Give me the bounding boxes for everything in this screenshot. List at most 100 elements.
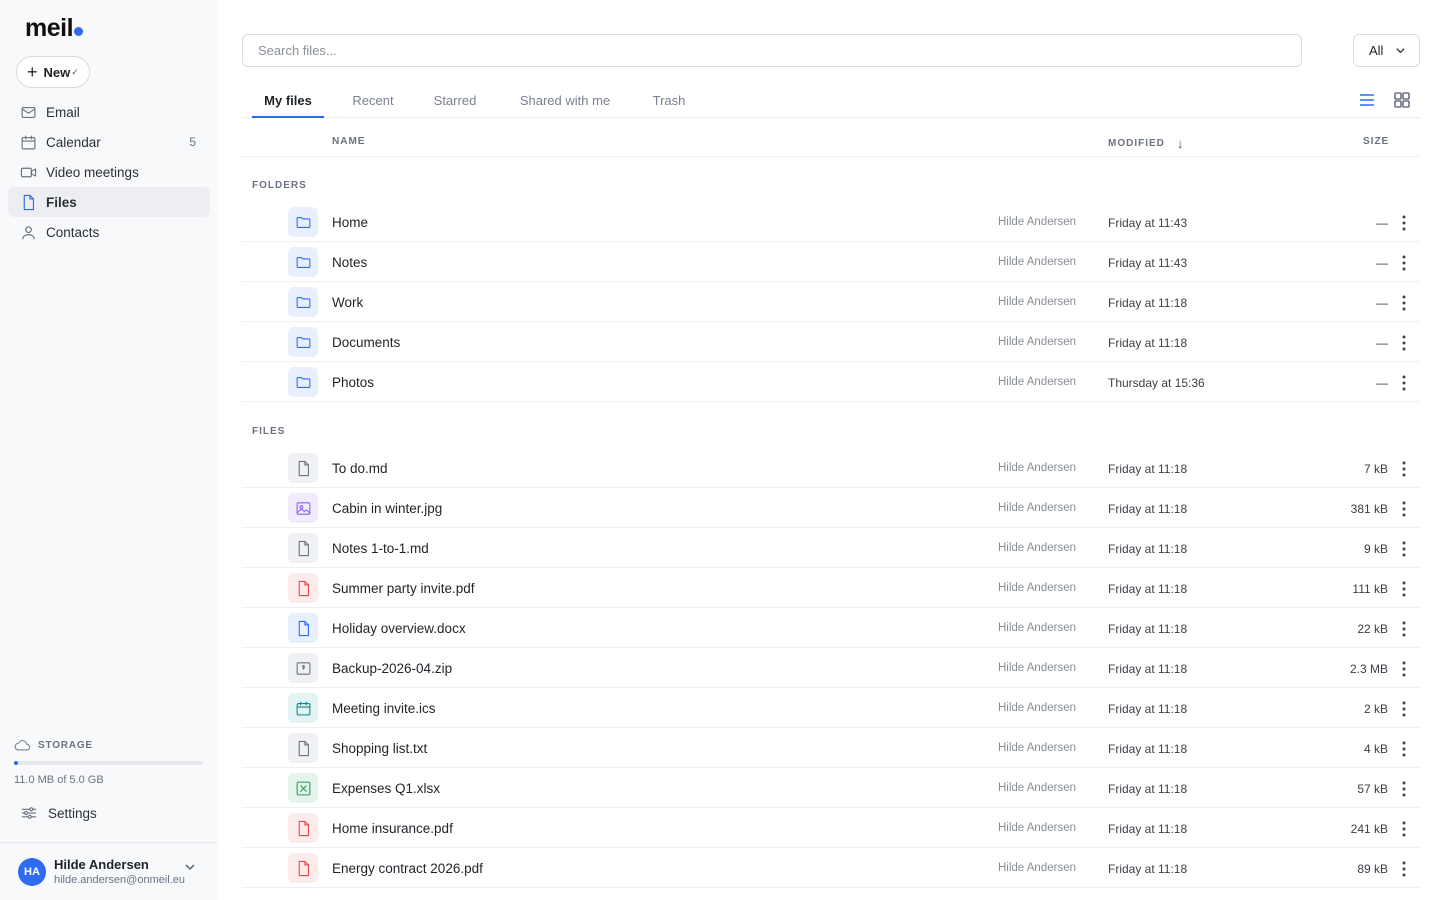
- row-owner: Hilde Andersen: [998, 742, 1076, 754]
- more-options-icon[interactable]: [1400, 860, 1408, 878]
- chevron-down-icon: [185, 864, 195, 871]
- more-options-icon[interactable]: [1400, 820, 1408, 838]
- row-modified: Friday at 11:18: [1108, 296, 1188, 310]
- table-row[interactable]: Photos Hilde Andersen Thursday at 15:36 —: [242, 362, 1420, 402]
- section-label-files: FILES: [252, 426, 286, 437]
- file-type-tile: [288, 773, 318, 803]
- sidebar-item-label: Calendar: [46, 134, 101, 150]
- more-options-icon[interactable]: [1400, 620, 1408, 638]
- app-logo[interactable]: meil: [25, 14, 84, 43]
- file-type-tile: [288, 693, 318, 723]
- list-view-button[interactable]: [1358, 91, 1378, 109]
- grid-view-icon: [1394, 92, 1410, 108]
- file-type-tile: [288, 813, 318, 843]
- row-name: Meeting invite.ics: [332, 701, 436, 716]
- row-modified: Friday at 11:18: [1108, 822, 1188, 836]
- sidebar-item-label: Video meetings: [46, 164, 139, 180]
- table-row[interactable]: Home insurance.pdf Hilde Andersen Friday a…: [242, 808, 1420, 848]
- more-options-icon[interactable]: [1400, 540, 1408, 558]
- calendar-count-badge: 5: [189, 135, 196, 149]
- row-name: Summer party invite.pdf: [332, 581, 475, 596]
- table-row[interactable]: Expenses Q1.xlsx Hilde Andersen Friday at …: [242, 768, 1420, 808]
- tab-shared-with-me[interactable]: Shared with me: [514, 84, 616, 118]
- row-modified: Friday at 11:18: [1108, 542, 1188, 556]
- more-options-icon[interactable]: [1400, 700, 1408, 718]
- row-name: Backup-2026-04.zip: [332, 661, 453, 676]
- table-row[interactable]: Home Hilde Andersen Friday at 11:43 —: [242, 202, 1420, 242]
- table-row[interactable]: Summer party invite.pdf Hilde Andersen Fri…: [242, 568, 1420, 608]
- filter-select[interactable]: All: [1353, 34, 1420, 67]
- more-options-icon[interactable]: [1400, 374, 1408, 392]
- row-owner: Hilde Andersen: [998, 622, 1076, 634]
- image-icon: [296, 501, 310, 515]
- tab-starred[interactable]: Starred: [426, 84, 484, 118]
- table-row[interactable]: Backup-2026-04.zip Hilde Andersen Friday a…: [242, 648, 1420, 688]
- more-options-icon[interactable]: [1400, 334, 1408, 352]
- more-options-icon[interactable]: [1400, 294, 1408, 312]
- tab-trash[interactable]: Trash: [646, 84, 692, 118]
- more-options-icon[interactable]: [1400, 740, 1408, 758]
- table-row[interactable]: Notes 1-to-1.md Hilde Andersen Friday at 1…: [242, 528, 1420, 568]
- row-owner: Hilde Andersen: [998, 502, 1076, 514]
- table-row[interactable]: Energy contract 2026.pdf Hilde Andersen Fr…: [242, 848, 1420, 888]
- pdf-icon: [298, 580, 309, 596]
- column-header-name[interactable]: NAME: [332, 136, 365, 147]
- row-size: —: [1376, 256, 1388, 270]
- row-owner: Hilde Andersen: [998, 376, 1076, 388]
- user-menu[interactable]: HA Hilde Andersen hilde.andersen@onmeil.…: [0, 842, 218, 900]
- more-options-icon[interactable]: [1400, 580, 1408, 598]
- table-row[interactable]: Work Hilde Andersen Friday at 11:18 —: [242, 282, 1420, 322]
- row-size: —: [1376, 376, 1388, 390]
- table-row[interactable]: Shopping list.txt Hilde Andersen Friday at…: [242, 728, 1420, 768]
- folder-icon: [296, 256, 310, 268]
- tab-my-files[interactable]: My files: [252, 84, 324, 118]
- section-label-folders: FOLDERS: [252, 180, 307, 191]
- folder-icon: [296, 336, 310, 348]
- row-name: Photos: [332, 375, 375, 390]
- row-modified: Friday at 11:18: [1108, 702, 1188, 716]
- table-row[interactable]: To do.md Hilde Andersen Friday at 11:18 7 k…: [242, 448, 1420, 488]
- more-options-icon[interactable]: [1400, 254, 1408, 272]
- arrow-down-icon: ↓: [1176, 136, 1184, 151]
- row-size: —: [1376, 216, 1388, 230]
- row-name: Home insurance.pdf: [332, 821, 453, 836]
- row-name: Shopping list.txt: [332, 741, 428, 756]
- table-row[interactable]: Meeting invite.ics Hilde Andersen Friday a…: [242, 688, 1420, 728]
- storage-progress-fill: [14, 761, 19, 765]
- column-header-size[interactable]: SIZE: [1363, 136, 1389, 147]
- sidebar-item-contacts[interactable]: Contacts: [8, 217, 210, 247]
- sidebar-item-email[interactable]: Email: [8, 97, 210, 127]
- more-options-icon[interactable]: [1400, 214, 1408, 232]
- more-options-icon[interactable]: [1400, 500, 1408, 518]
- row-name: Holiday overview.docx: [332, 621, 466, 636]
- sliders-icon: [21, 807, 37, 819]
- sidebar-item-calendar[interactable]: Calendar 5: [8, 127, 210, 157]
- file-type-tile: [288, 573, 318, 603]
- row-name: Energy contract 2026.pdf: [332, 861, 483, 876]
- file-type-tile: [288, 733, 318, 763]
- table-row[interactable]: Cabin in winter.jpg Hilde Andersen Friday …: [242, 488, 1420, 528]
- new-button[interactable]: + New ✓: [16, 56, 90, 88]
- sidebar: meil + New ✓ Email Calendar 5 Video meet…: [0, 0, 218, 900]
- settings-link[interactable]: Settings: [20, 804, 97, 822]
- new-button-label: New: [43, 64, 71, 80]
- search-input[interactable]: [242, 34, 1302, 67]
- row-name: Notes 1-to-1.md: [332, 541, 429, 556]
- table-row[interactable]: Documents Hilde Andersen Friday at 11:18 —: [242, 322, 1420, 362]
- tab-recent[interactable]: Recent: [346, 84, 400, 118]
- row-owner: Hilde Andersen: [998, 702, 1076, 714]
- more-options-icon[interactable]: [1400, 780, 1408, 798]
- more-options-icon[interactable]: [1400, 660, 1408, 678]
- more-options-icon[interactable]: [1400, 460, 1408, 478]
- column-header-modified[interactable]: MODIFIED ↓: [1108, 136, 1183, 151]
- sidebar-item-video-meetings[interactable]: Video meetings: [8, 157, 210, 187]
- list-view-icon: [1360, 94, 1374, 106]
- table-row[interactable]: Notes Hilde Andersen Friday at 11:43 —: [242, 242, 1420, 282]
- row-size: 7 kB: [1363, 462, 1388, 476]
- table-row[interactable]: Holiday overview.docx Hilde Andersen Frida…: [242, 608, 1420, 648]
- grid-view-button[interactable]: [1393, 91, 1413, 109]
- sidebar-item-files[interactable]: Files: [8, 187, 210, 217]
- row-name: Home: [332, 215, 369, 230]
- row-size: 381 kB: [1350, 502, 1388, 516]
- header-divider: [242, 156, 1420, 157]
